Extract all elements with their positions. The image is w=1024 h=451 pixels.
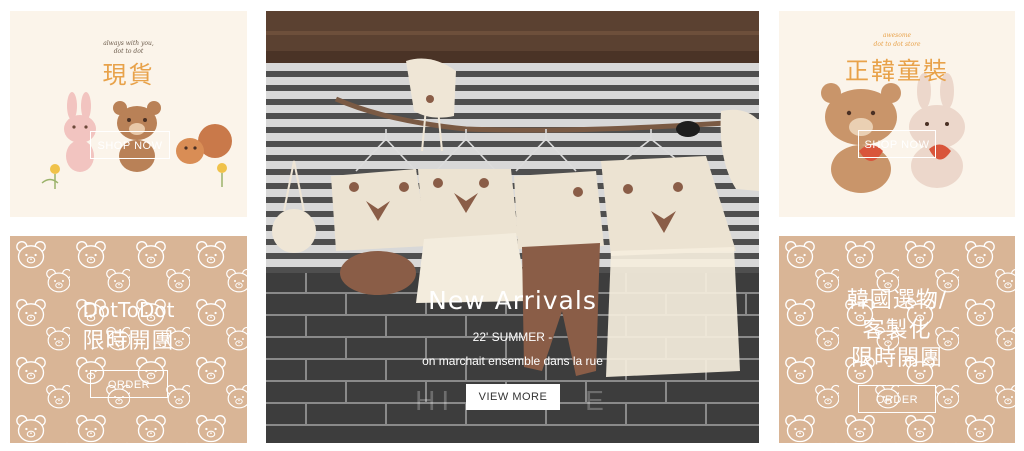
tile-title-line-3: 限時開團 [850, 346, 943, 371]
tile-title-line-1: 韓國選物/ [846, 288, 948, 313]
promo-tile-korean-select[interactable]: 韓國選物/ 客製化 限時開團 ORDER [779, 236, 1015, 443]
tagline-line-2: dot to dot [113, 48, 144, 55]
hero-subtitle: 22' SUMMER - [472, 330, 553, 344]
tagline-line-2: dot to dot store [873, 41, 921, 48]
shop-now-button[interactable]: SHOP NOW [858, 130, 936, 158]
promo-tile-korean-kidswear[interactable]: awesome dot to dot store 正韓童裝 SHOP NOW [779, 11, 1015, 217]
tile-title-line-1: DotToDot [82, 298, 175, 322]
promo-tile-in-stock[interactable]: always with you, dot to dot 現貨 SHOP NOW [10, 11, 247, 217]
hero-title: New Arrivals [428, 286, 597, 315]
order-button[interactable]: ORDER [90, 370, 168, 398]
hero-photo [266, 11, 759, 443]
watermark-left: HI [415, 385, 456, 416]
promo-tile-group-buy[interactable]: DotToDot 限時開團 ORDER [10, 236, 247, 443]
order-button[interactable]: ORDER [858, 385, 936, 413]
tagline-line-1: always with you, [103, 40, 154, 47]
tile-title: 正韓童裝 [845, 57, 949, 85]
tagline-line-1: awesome [882, 32, 912, 39]
tile-title: 現貨 [102, 61, 155, 89]
tile-title-line-2: 限時開團 [82, 329, 175, 354]
hero-banner[interactable]: HI E New Arrivals 22' SUMMER - on marchai… [266, 11, 759, 443]
view-more-button[interactable]: VIEW MORE [466, 384, 560, 410]
watermark-right: E [585, 385, 610, 416]
hero-caption: on marchait ensemble dans la rue [422, 354, 603, 368]
shop-now-button[interactable]: SHOP NOW [90, 131, 170, 159]
